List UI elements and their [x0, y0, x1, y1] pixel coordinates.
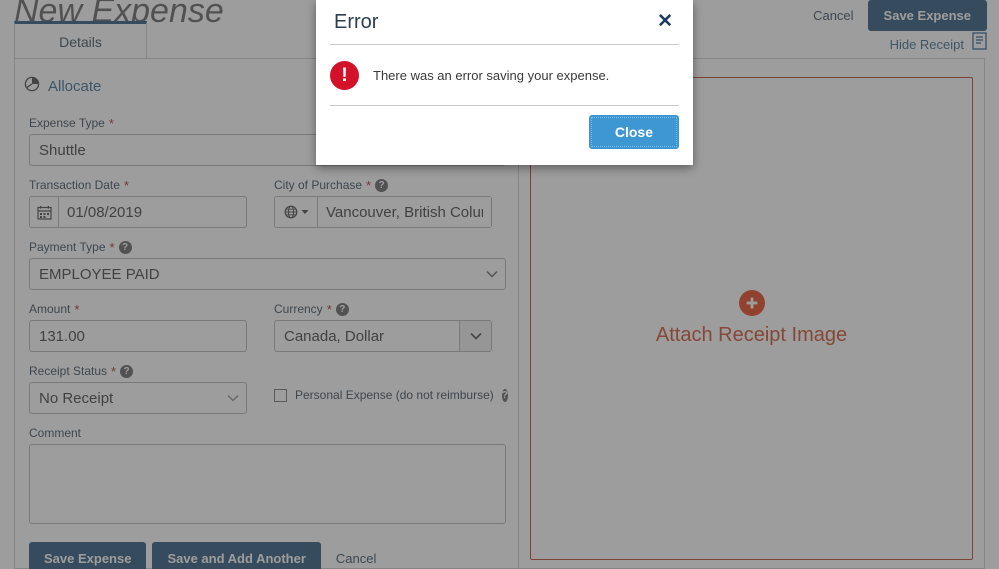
modal-body: ! There was an error saving your expense…	[316, 45, 693, 105]
modal-header: Error ✕	[316, 0, 693, 44]
error-glyph: !	[341, 66, 347, 85]
modal-footer: Close	[316, 106, 693, 149]
modal-close-button[interactable]: Close	[589, 115, 679, 149]
error-modal: Error ✕ ! There was an error saving your…	[316, 0, 693, 165]
close-icon[interactable]: ✕	[653, 10, 677, 33]
error-icon: !	[330, 61, 359, 90]
modal-title: Error	[334, 11, 378, 34]
app-root: New Expense Cancel Save Expense Hide Rec…	[0, 0, 999, 569]
modal-message: There was an error saving your expense.	[373, 68, 609, 83]
